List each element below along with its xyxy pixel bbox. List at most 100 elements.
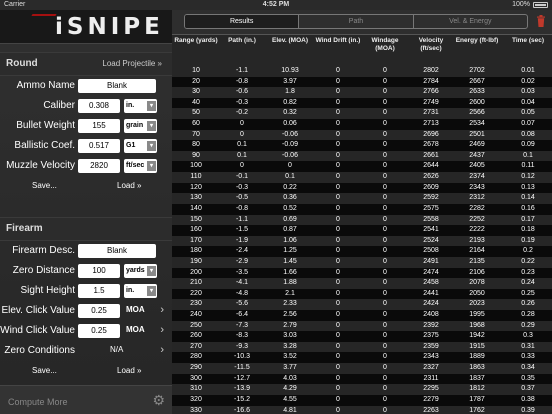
table-cell: 2193 [469,236,485,244]
table-cell: 0.08 [521,130,535,138]
unit-value: in. [126,287,135,294]
table-cell: -12.7 [234,374,250,382]
table-cell: 2441 [423,289,439,297]
compute-more-button[interactable]: Compute More [8,397,68,407]
table-cell: 0.07 [521,120,535,128]
chevron-right-icon[interactable]: › [160,344,164,356]
table-cell: 0.23 [521,268,535,276]
firearm-input-1[interactable]: 100 [78,264,120,278]
table-cell: 0.13 [521,183,535,191]
table-cell: 0 [336,247,340,255]
unit-dropdown[interactable]: G1 ▾ [124,139,157,153]
unit-dropdown[interactable]: grain ▾ [124,119,157,133]
round-input-1[interactable]: 0.308 [78,99,120,113]
round-section-header: Round Load Projectile » [0,52,172,76]
table-cell: 0 [383,257,387,265]
table-cell: 4.81 [283,406,297,414]
tab-vel-energy[interactable]: Vel. & Energy [414,15,527,28]
tab-results[interactable]: Results [185,15,300,28]
battery-icon [533,2,548,8]
table-cell: 0 [336,151,340,159]
table-row: 90 0.1 -0.06 0 0 2661 2437 0.1 [172,150,552,162]
round-input-3[interactable]: 0.517 [78,139,120,153]
table-cell: 0 [336,257,340,265]
firearm-input-0[interactable]: Blank [78,244,156,258]
round-input-4[interactable]: 2820 [78,159,120,173]
unit-dropdown[interactable]: ft/sec ▾ [124,159,157,173]
round-save-button[interactable]: Save... [32,181,57,190]
firearm-save-button[interactable]: Save... [32,366,57,375]
table-cell: 0.28 [521,311,535,319]
table-cell: 0 [383,183,387,191]
table-cell: 0 [336,332,340,340]
table-cell: 0 [383,406,387,414]
table-cell: 0 [336,226,340,234]
table-cell: 0.1 [237,141,247,149]
table-cell: 0 [383,342,387,350]
table-cell: 0 [336,67,340,74]
table-row: 130 -0.5 0.36 0 0 2592 2312 0.14 [172,193,552,204]
unit-value: G1 [126,142,136,149]
table-row: 150 -1.1 0.69 0 0 2558 2252 0.17 [172,214,552,226]
column-header: Velocity (ft/sec) [418,37,444,52]
table-cell: 0.06 [283,120,297,128]
table-cell: 0 [336,364,340,372]
results-table: 10 -1.1 10.93 0 0 2802 2702 0.01 20 -0.8 3.97 0 0 278… [172,66,552,414]
unit-value: grain [126,122,144,129]
table-cell: 0 [383,321,387,329]
round-input-0[interactable]: Blank [78,79,156,93]
table-row: 20 -0.8 3.97 0 0 2784 2667 0.02 [172,76,552,88]
unit-dropdown[interactable]: in. ▾ [124,284,157,298]
table-cell: 0 [383,120,387,128]
table-cell: 0 [336,173,340,181]
table-cell: 0.19 [521,236,535,244]
chevron-right-icon[interactable]: › [160,304,164,316]
firearm-row-2: Sight Height 1.5 in. ▾ [0,281,172,301]
table-cell: 2702 [469,67,485,74]
field-label: Ammo Name [16,80,75,91]
table-cell: 140 [190,204,202,212]
table-cell: 0.16 [521,204,535,212]
firearm-input-3[interactable]: 0.25 [78,304,120,318]
table-cell: 0 [383,332,387,340]
table-row: 230 -5.6 2.33 0 0 2424 2023 0.26 [172,299,552,311]
table-cell: 0 [336,77,340,85]
round-load-button[interactable]: Load » [117,181,141,190]
table-cell: 220 [190,289,202,297]
firearm-section-header: Firearm [0,217,172,241]
table-cell: 1.25 [283,247,297,255]
table-cell: 180 [190,247,202,255]
table-cell: 0 [240,130,244,138]
gear-icon[interactable]: ⚙ [152,392,165,409]
table-cell: 2731 [423,109,439,117]
table-cell: 2437 [469,151,485,159]
table-cell: 0.09 [521,141,535,149]
firearm-load-button[interactable]: Load » [117,366,141,375]
unit-value: in. [126,102,135,109]
table-cell: 0 [336,385,340,393]
table-cell: 2600 [469,98,485,106]
zero-conditions-value: N/A [110,345,124,354]
unit-dropdown[interactable]: yards ▾ [124,264,157,278]
table-cell: 0.22 [283,183,297,191]
field-label: Ballistic Coef. [14,140,75,151]
table-row: 330 -16.6 4.81 0 0 2263 1762 0.39 [172,405,552,414]
load-projectile-button[interactable]: Load Projectile » [102,59,162,68]
table-cell: 0 [336,406,340,414]
table-cell: 0 [383,194,387,202]
table-cell: 2263 [423,406,439,414]
tab-path[interactable]: Path [299,15,414,28]
table-cell: -0.3 [235,98,249,106]
table-cell: 0.35 [521,374,535,382]
chevron-right-icon[interactable]: › [160,324,164,336]
round-input-2[interactable]: 155 [78,119,120,133]
firearm-input-2[interactable]: 1.5 [78,284,120,298]
unit-dropdown[interactable]: in. ▾ [124,99,157,113]
table-cell: -8.3 [235,332,249,340]
table-cell: 1.88 [283,279,297,287]
table-cell: 0 [383,289,387,297]
firearm-row-5: Zero Conditions N/A › [0,341,172,361]
table-cell: 210 [190,279,202,287]
trash-icon[interactable] [536,15,546,27]
firearm-input-4[interactable]: 0.25 [78,324,120,338]
